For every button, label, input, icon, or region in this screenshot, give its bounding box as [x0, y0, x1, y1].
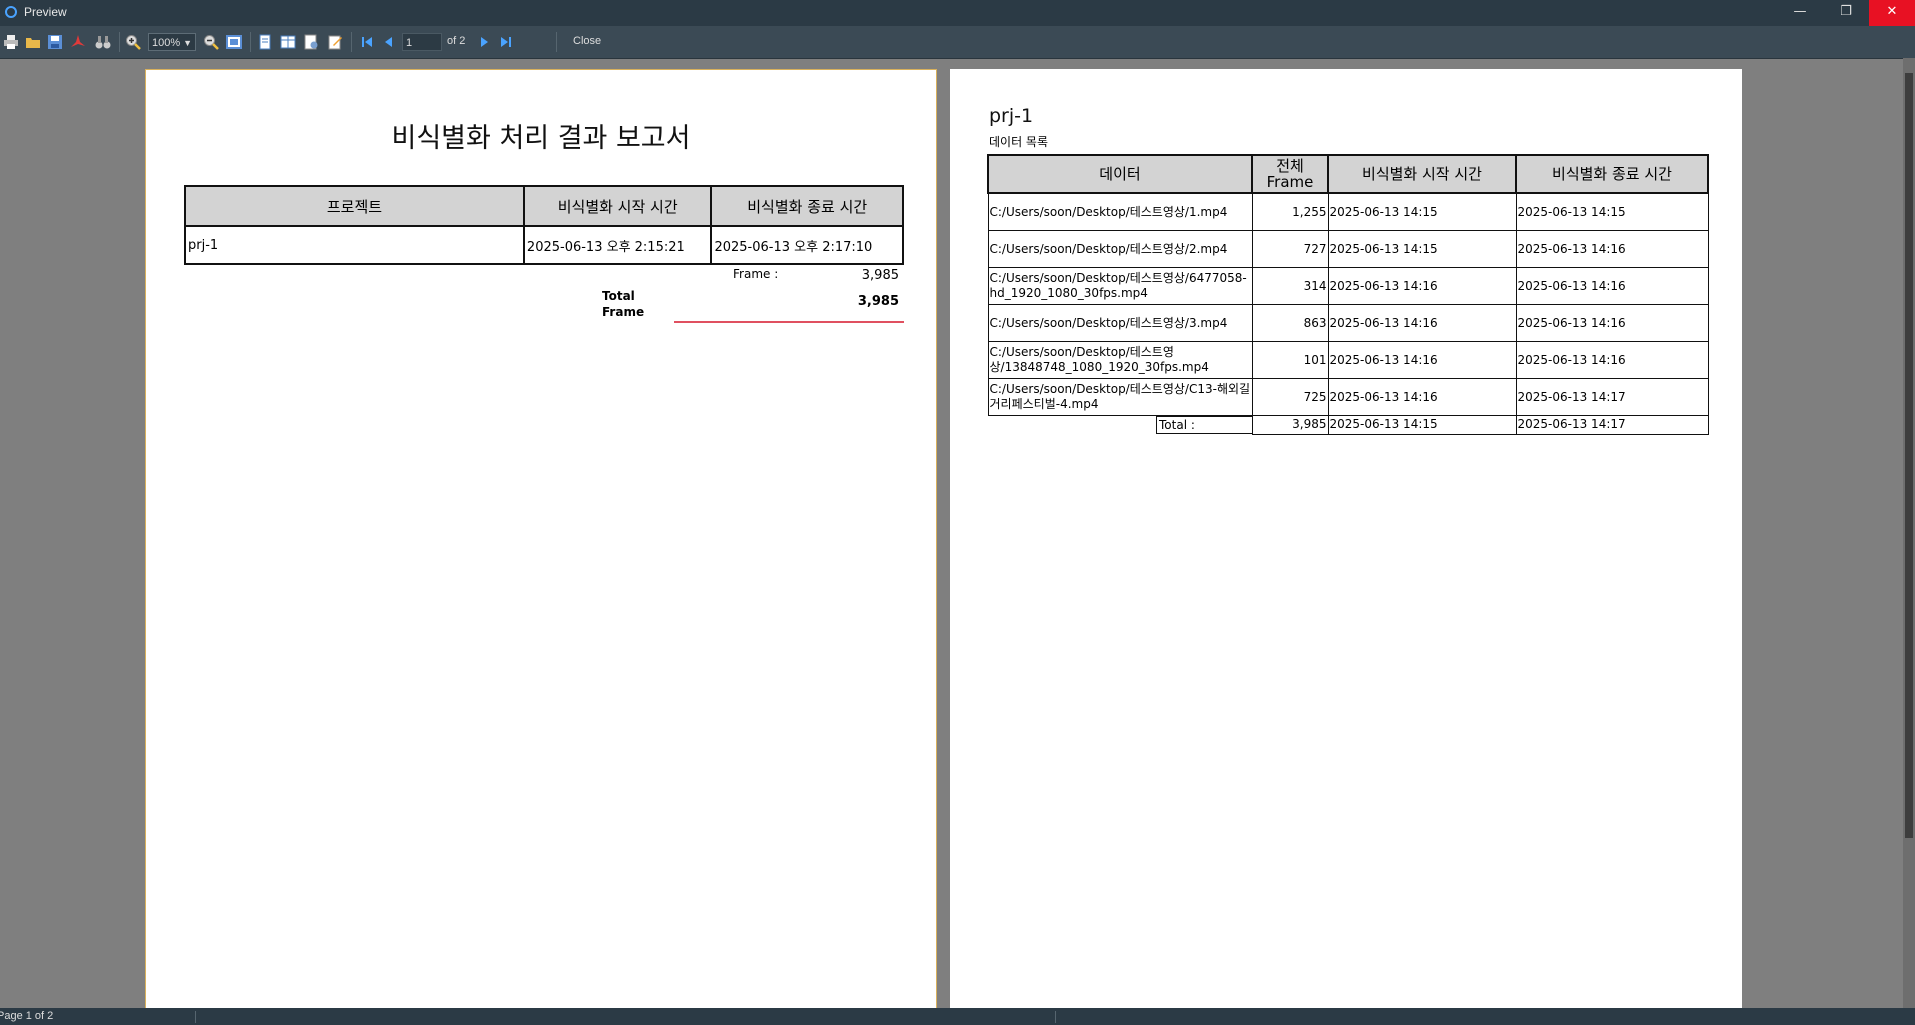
cell-project: prj-1: [184, 225, 525, 265]
table-row: prj-1 2025-06-13 오후 2:15:21 2025-06-13 오…: [184, 225, 904, 265]
frame-value: 3,985: [861, 268, 899, 283]
next-page-icon[interactable]: [476, 34, 492, 50]
total-label-cell: Total :: [988, 416, 1252, 434]
project-summary-table: 프로젝트 비식별화 시작 시간 비식별화 종료 시간 prj-1 2025-06…: [184, 185, 904, 265]
cell-frames: 101: [1251, 341, 1329, 379]
page-number-input[interactable]: 1: [402, 33, 442, 51]
header-start-time: 비식별화 시작 시간: [1327, 154, 1517, 194]
cell-end-time: 2025-06-13 14:16: [1515, 267, 1709, 305]
page-setup-icon[interactable]: [303, 34, 319, 50]
zoom-out-icon[interactable]: [203, 34, 219, 50]
toolbar-separator: [351, 32, 352, 52]
print-icon[interactable]: [3, 34, 19, 50]
report-page-1: 비식별화 처리 결과 보고서 프로젝트 비식별화 시작 시간 비식별화 종료 시…: [145, 69, 937, 1009]
total-frames: 3,985: [1251, 415, 1329, 435]
cell-frames: 863: [1251, 304, 1329, 342]
zoom-in-icon[interactable]: [125, 34, 141, 50]
cell-end-time: 2025-06-13 14:16: [1515, 341, 1709, 379]
header-end-time: 비식별화 종료 시간: [1515, 154, 1709, 194]
cell-end-time: 2025-06-13 14:15: [1515, 192, 1709, 231]
single-page-icon[interactable]: [257, 34, 273, 50]
table-header-row: 프로젝트 비식별화 시작 시간 비식별화 종료 시간: [184, 185, 904, 227]
header-end-time: 비식별화 종료 시간: [710, 185, 904, 227]
cell-file-path: C:/Users/soon/Desktop/테스트영상/C13-해외길거리페스티…: [987, 378, 1253, 416]
fit-page-icon[interactable]: [226, 34, 242, 50]
last-page-icon[interactable]: [498, 34, 514, 50]
header-data: 데이터: [987, 154, 1253, 194]
cell-file-path: C:/Users/soon/Desktop/테스트영상/13848748_108…: [987, 341, 1253, 379]
report-title: 비식별화 처리 결과 보고서: [391, 123, 691, 154]
cell-start-time: 2025-06-13 오후 2:15:21: [522, 225, 713, 265]
header-project: 프로젝트: [184, 185, 525, 227]
cell-frames: 725: [1251, 378, 1329, 416]
window-title: Preview: [24, 5, 67, 19]
previous-page-icon[interactable]: [381, 34, 397, 50]
toolbar-separator: [556, 32, 557, 52]
cell-frames: 727: [1251, 230, 1329, 268]
status-page-info: Page 1 of 2: [0, 1010, 54, 1022]
app-icon: [5, 6, 17, 18]
total-row: Total : 3,985 2025-06-13 14:15 2025-06-1…: [988, 415, 1709, 435]
total-end-time: 2025-06-13 14:17: [1515, 415, 1709, 435]
toolbar: 100% ▼ 1 of 2 Close: [0, 26, 1915, 59]
cell-file-path: C:/Users/soon/Desktop/테스트영상/3.mp4: [987, 304, 1253, 342]
toolbar-separator: [119, 32, 120, 52]
scrollbar-thumb[interactable]: [1905, 73, 1913, 838]
cell-file-path: C:/Users/soon/Desktop/테스트영상/1.mp4: [987, 192, 1253, 231]
frame-label: Frame :: [733, 267, 779, 281]
report-page-2: prj-1 데이터 목록 데이터 전체 Frame 비식별화 시작 시간 비식별…: [950, 69, 1742, 1009]
cell-frames: 1,255: [1251, 192, 1329, 231]
title-bar: Preview — ❐ ✕: [0, 0, 1915, 26]
cell-end-time: 2025-06-13 14:16: [1515, 230, 1709, 268]
chevron-down-icon: ▼: [183, 38, 192, 48]
zoom-select[interactable]: 100% ▼: [148, 33, 196, 51]
cell-start-time: 2025-06-13 14:16: [1327, 304, 1517, 342]
pdf-export-icon[interactable]: [70, 34, 86, 50]
restore-button[interactable]: ❐: [1823, 0, 1869, 26]
vertical-scrollbar[interactable]: [1903, 58, 1915, 1008]
multi-page-icon[interactable]: [280, 34, 296, 50]
status-bar: Page 1 of 2: [0, 1008, 1915, 1025]
data-list-table: 데이터 전체 Frame 비식별화 시작 시간 비식별화 종료 시간 C:/Us…: [987, 154, 1709, 435]
total-frame-value: 3,985: [857, 294, 899, 309]
page-count-label: of 2: [447, 35, 466, 47]
table-row: C:/Users/soon/Desktop/테스트영상/6477058-hd_1…: [987, 267, 1709, 305]
data-list-heading: 데이터 목록: [989, 135, 1049, 149]
table-row: C:/Users/soon/Desktop/테스트영상/3.mp4 863 20…: [987, 304, 1709, 342]
cell-end-time: 2025-06-13 오후 2:17:10: [710, 225, 904, 265]
cell-frames: 314: [1251, 267, 1329, 305]
cell-file-path: C:/Users/soon/Desktop/테스트영상/6477058-hd_1…: [987, 267, 1253, 305]
save-icon[interactable]: [47, 34, 63, 50]
find-binoculars-icon[interactable]: [95, 34, 111, 50]
table-row: C:/Users/soon/Desktop/테스트영상/2.mp4 727 20…: [987, 230, 1709, 268]
cell-end-time: 2025-06-13 14:16: [1515, 304, 1709, 342]
cell-start-time: 2025-06-13 14:15: [1327, 192, 1517, 231]
table-row: C:/Users/soon/Desktop/테스트영상/C13-해외길거리페스티…: [987, 378, 1709, 416]
total-label: Total :: [1156, 416, 1252, 434]
status-divider: [1055, 1011, 1056, 1023]
cell-start-time: 2025-06-13 14:16: [1327, 378, 1517, 416]
project-heading: prj-1: [989, 105, 1034, 127]
header-start-time: 비식별화 시작 시간: [522, 185, 713, 227]
table-header-row: 데이터 전체 Frame 비식별화 시작 시간 비식별화 종료 시간: [987, 154, 1709, 194]
total-underline: [674, 321, 904, 323]
cell-start-time: 2025-06-13 14:16: [1327, 341, 1517, 379]
cell-end-time: 2025-06-13 14:17: [1515, 378, 1709, 416]
table-row: C:/Users/soon/Desktop/테스트영상/1.mp4 1,255 …: [987, 192, 1709, 231]
cell-file-path: C:/Users/soon/Desktop/테스트영상/2.mp4: [987, 230, 1253, 268]
close-preview-button[interactable]: Close: [573, 35, 601, 47]
cell-start-time: 2025-06-13 14:16: [1327, 267, 1517, 305]
close-window-button[interactable]: ✕: [1869, 0, 1915, 26]
edit-page-icon[interactable]: [327, 34, 343, 50]
first-page-icon[interactable]: [359, 34, 375, 50]
total-frame-label: Total Frame: [602, 289, 645, 319]
status-divider: [195, 1011, 196, 1023]
total-start-time: 2025-06-13 14:15: [1327, 415, 1517, 435]
cell-start-time: 2025-06-13 14:15: [1327, 230, 1517, 268]
toolbar-separator: [250, 32, 251, 52]
open-folder-icon[interactable]: [25, 34, 41, 50]
header-total-frame: 전체 Frame: [1251, 154, 1329, 194]
minimize-button[interactable]: —: [1777, 0, 1823, 26]
table-row: C:/Users/soon/Desktop/테스트영상/13848748_108…: [987, 341, 1709, 379]
